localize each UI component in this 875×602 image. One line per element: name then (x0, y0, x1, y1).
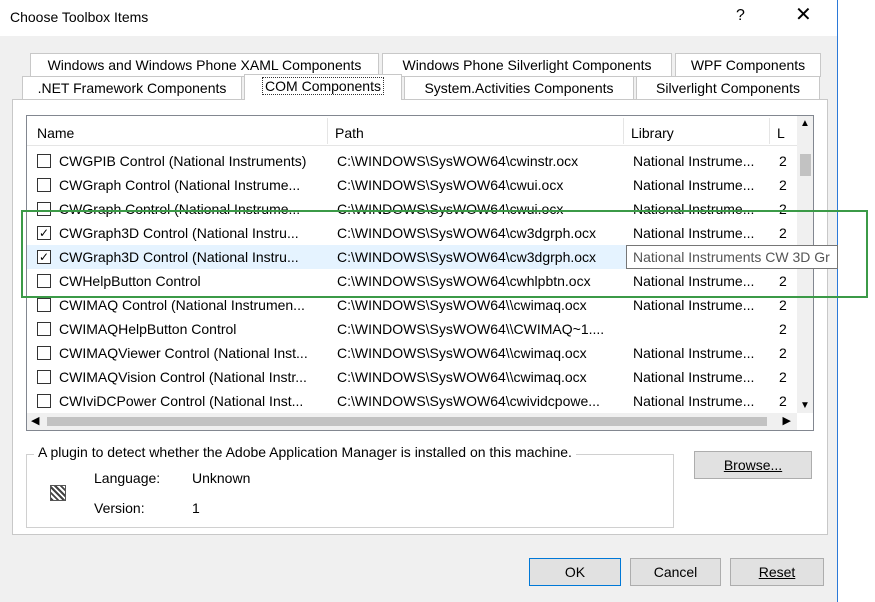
row-path: C:\WINDOWS\SysWOW64\cwui.ocx (337, 201, 564, 217)
row-library: National Instrume... (633, 345, 755, 361)
table-row[interactable]: CWGPIB Control (National Instruments) C:… (27, 149, 797, 173)
tab-wpf-components[interactable]: WPF Components (675, 53, 821, 77)
version-value: 1 (192, 500, 200, 516)
component-info-group (26, 454, 674, 528)
window-title: Choose Toolbox Items (10, 9, 149, 25)
components-listview[interactable]: Name Path Library L CWGPIB Control (Nati… (26, 115, 814, 431)
row-checkbox[interactable] (37, 370, 51, 384)
row-name: CWIviDCPower Control (National Inst... (59, 393, 304, 409)
title-bar: Choose Toolbox Items ? ✕ (0, 0, 837, 36)
row-l: 2 (779, 321, 787, 337)
table-row[interactable]: CWHelpButton Control C:\WINDOWS\SysWOW64… (27, 269, 797, 293)
column-header-name[interactable]: Name (27, 116, 327, 146)
horizontal-scrollbar[interactable]: ◀ ▶ (27, 413, 797, 430)
row-l: 2 (779, 273, 787, 289)
row-l: 2 (779, 369, 787, 385)
row-name: CWGPIB Control (National Instruments) (59, 153, 307, 169)
table-row[interactable]: CWIMAQHelpButton Control C:\WINDOWS\SysW… (27, 317, 797, 341)
row-name: CWGraph3D Control (National Instru... (59, 225, 299, 241)
row-path: C:\WINDOWS\SysWOW64\cwividcpowe... (337, 393, 600, 409)
row-l: 2 (779, 225, 787, 241)
reset-button[interactable]: Reset (730, 558, 824, 586)
scroll-right-icon[interactable]: ▶ (783, 414, 791, 427)
component-description: A plugin to detect whether the Adobe App… (34, 444, 576, 460)
language-value: Unknown (192, 470, 251, 486)
row-path: C:\WINDOWS\SysWOW64\\cwimaq.ocx (337, 345, 587, 361)
row-checkbox[interactable] (37, 154, 51, 168)
browse-button[interactable]: Browse... (694, 451, 812, 479)
row-checkbox[interactable]: ✓ (37, 226, 51, 240)
scroll-down-icon[interactable]: ▼ (800, 400, 810, 411)
column-header-l[interactable]: L (767, 116, 797, 146)
table-row[interactable]: CWGraph Control (National Instrume... C:… (27, 173, 797, 197)
row-name: CWHelpButton Control (59, 273, 201, 289)
table-row[interactable]: ✓ CWGraph3D Control (National Instru... … (27, 221, 797, 245)
tab-com-components[interactable]: COM Components (244, 74, 402, 100)
cancel-button[interactable]: Cancel (630, 558, 721, 586)
library-tooltip: National Instruments CW 3D Gr (626, 245, 838, 269)
table-row[interactable]: CWIviDCPower Control (National Inst... C… (27, 389, 797, 413)
row-library (633, 317, 773, 341)
row-checkbox[interactable] (37, 298, 51, 312)
scroll-up-icon[interactable]: ▲ (800, 118, 810, 129)
row-path: C:\WINDOWS\SysWOW64\\cwimaq.ocx (337, 297, 587, 313)
row-name: CWGraph Control (National Instrume... (59, 201, 301, 217)
language-label: Language: (94, 470, 161, 486)
row-checkbox[interactable] (37, 394, 51, 408)
version-label: Version: (94, 500, 145, 516)
row-l: 2 (779, 297, 787, 313)
tab-silverlight-components[interactable]: Silverlight Components (636, 76, 820, 100)
row-path: C:\WINDOWS\SysWOW64\cwhlpbtn.ocx (337, 273, 591, 289)
help-button[interactable]: ? (736, 7, 745, 25)
row-path: C:\WINDOWS\SysWOW64\cwinstr.ocx (337, 153, 579, 169)
vertical-scroll-thumb[interactable] (800, 154, 811, 176)
row-library: National Instrume... (633, 153, 755, 169)
list-header: Name Path Library L (27, 116, 797, 146)
ok-button[interactable]: OK (529, 558, 621, 586)
tab-system-activities-components[interactable]: System.Activities Components (404, 76, 634, 100)
table-row[interactable]: CWGraph Control (National Instrume... C:… (27, 197, 797, 221)
row-library: National Instrume... (633, 177, 755, 193)
tab-net-framework-components[interactable]: .NET Framework Components (22, 76, 242, 100)
row-checkbox[interactable] (37, 178, 51, 192)
row-name: CWIMAQViewer Control (National Inst... (59, 345, 308, 361)
row-name: CWGraph3D Control (National Instru... (59, 249, 299, 265)
horizontal-scroll-thumb[interactable] (47, 417, 767, 426)
row-checkbox[interactable] (37, 346, 51, 360)
row-name: CWIMAQ Control (National Instrumen... (59, 297, 305, 313)
row-library: National Instrume... (633, 273, 755, 289)
row-path: C:\WINDOWS\SysWOW64\\cwimaq.ocx (337, 369, 587, 385)
component-icon (50, 485, 66, 501)
row-library: National Instrume... (633, 393, 755, 409)
row-checkbox[interactable] (37, 202, 51, 216)
row-path: C:\WINDOWS\SysWOW64\cwui.ocx (337, 177, 564, 193)
row-library: National Instrume... (633, 225, 755, 241)
row-l: 2 (779, 345, 787, 361)
column-header-path[interactable]: Path (325, 116, 621, 146)
row-path: C:\WINDOWS\SysWOW64\\CWIMAQ~1.... (337, 321, 605, 337)
column-header-library[interactable]: Library (621, 116, 767, 146)
row-name: CWGraph Control (National Instrume... (59, 177, 301, 193)
row-l: 2 (779, 393, 787, 409)
row-path: C:\WINDOWS\SysWOW64\cw3dgrph.ocx (337, 249, 597, 265)
row-l: 2 (779, 177, 787, 193)
row-l: 2 (779, 153, 787, 169)
row-checkbox[interactable] (37, 274, 51, 288)
scroll-left-icon[interactable]: ◀ (31, 414, 39, 427)
row-l: 2 (779, 201, 787, 217)
row-checkbox[interactable] (37, 322, 51, 336)
tab-wp-silverlight-components[interactable]: Windows Phone Silverlight Components (382, 53, 672, 77)
table-row[interactable]: CWIMAQViewer Control (National Inst... C… (27, 341, 797, 365)
table-row[interactable]: CWIMAQ Control (National Instrumen... C:… (27, 293, 797, 317)
table-row[interactable]: CWIMAQVision Control (National Instr... … (27, 365, 797, 389)
row-path: C:\WINDOWS\SysWOW64\cw3dgrph.ocx (337, 225, 597, 241)
close-button[interactable]: ✕ (795, 3, 812, 27)
row-library: National Instrume... (633, 297, 755, 313)
row-name: CWIMAQHelpButton Control (59, 321, 237, 337)
row-library: National Instrume... (633, 201, 755, 217)
row-name: CWIMAQVision Control (National Instr... (59, 369, 307, 385)
choose-toolbox-items-dialog: Choose Toolbox Items ? ✕ Windows and Win… (0, 0, 838, 602)
row-checkbox[interactable]: ✓ (37, 250, 51, 264)
row-library: National Instrume... (633, 369, 755, 385)
